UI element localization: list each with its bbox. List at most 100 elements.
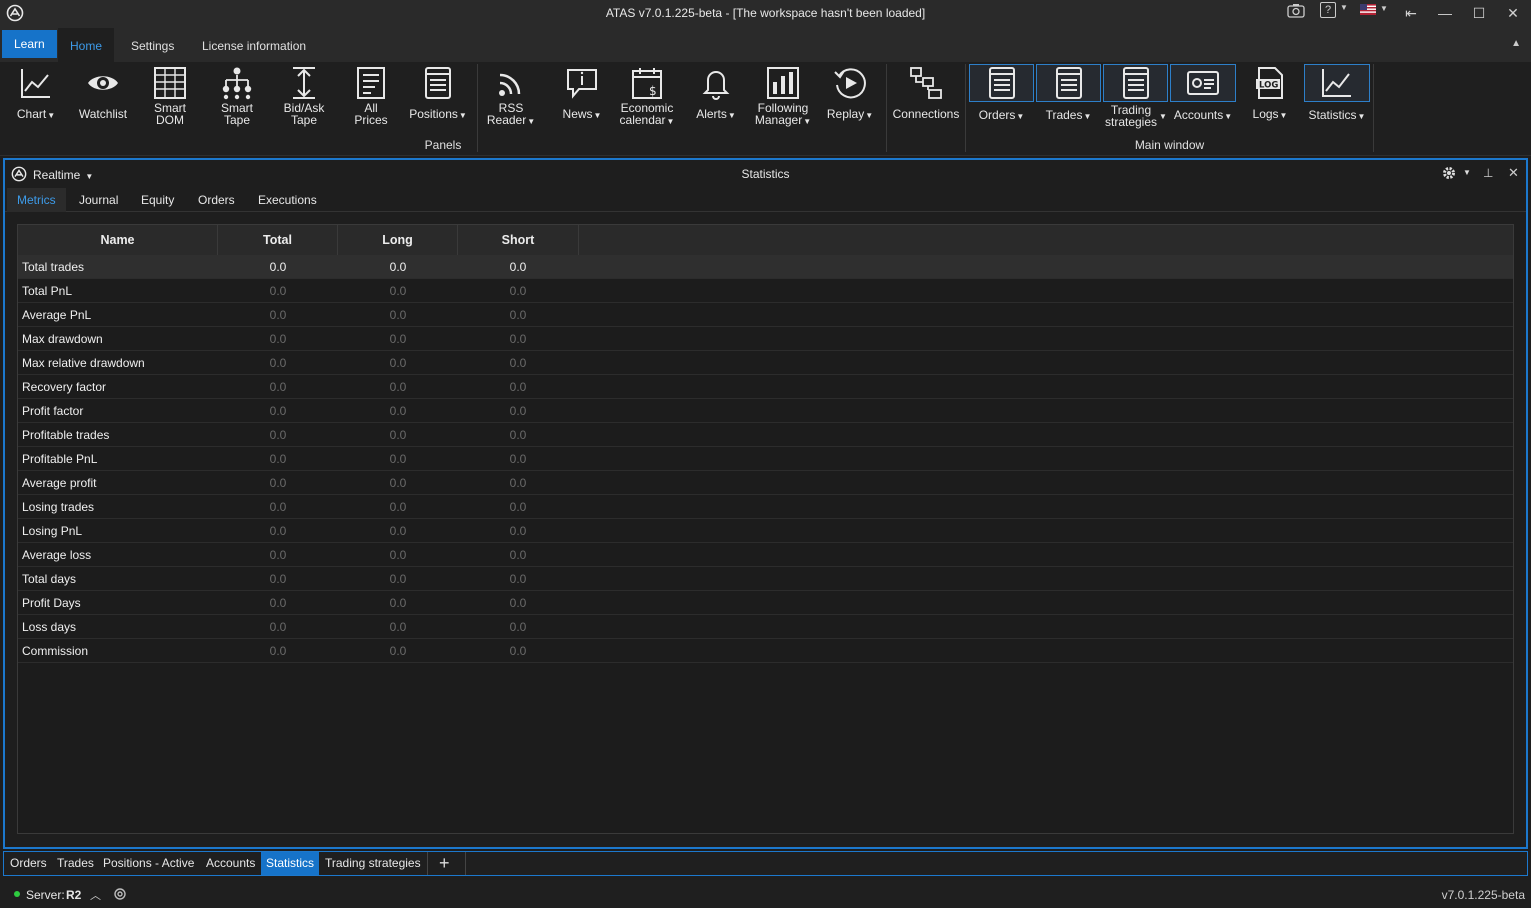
trades-label-wrap[interactable]: Trades▼ (1036, 108, 1101, 122)
smart-tape-button[interactable]: Smart Tape (207, 62, 267, 134)
tab-settings[interactable]: Settings (119, 28, 186, 62)
chevron-up-icon[interactable]: ︿ (90, 887, 101, 903)
metric-name: Commission (22, 644, 89, 658)
trading-strategies-label-wrap[interactable]: Trading strategies (1100, 104, 1162, 128)
following-manager-button[interactable]: Following Manager▼ (750, 62, 816, 134)
table-row[interactable]: Average PnL 0.0 0.0 0.0 (18, 303, 1513, 327)
metric-short: 0.0 (509, 404, 527, 418)
tab-executions[interactable]: Executions (248, 188, 327, 212)
help-button[interactable]: ? ▼ (1320, 2, 1350, 22)
tab-home[interactable]: Home (58, 28, 115, 62)
metric-name: Average loss (22, 548, 92, 562)
maximize-button[interactable]: ☐ (1468, 2, 1490, 24)
statistics-label: Statistics (1308, 108, 1357, 122)
close-panel-icon[interactable]: ✕ (1508, 165, 1519, 181)
gear-icon[interactable] (1442, 166, 1456, 180)
column-header-total[interactable]: Total (218, 225, 338, 255)
table-header: Name Total Long Short (18, 225, 1513, 255)
help-icon: ? (1320, 2, 1336, 18)
camera-icon[interactable] (1287, 3, 1305, 19)
chevron-down-icon: ▼ (1380, 4, 1388, 13)
collapse-ribbon-icon[interactable]: ▲ (1511, 38, 1521, 49)
table-row[interactable]: Max drawdown 0.0 0.0 0.0 (18, 327, 1513, 351)
tab-learn[interactable]: Learn (2, 30, 57, 58)
metric-name: Losing PnL (22, 524, 83, 538)
metric-long: 0.0 (389, 572, 407, 586)
table-row[interactable]: Loss days 0.0 0.0 0.0 (18, 615, 1513, 639)
orders-label-wrap[interactable]: Orders▼ (969, 108, 1034, 122)
pin-icon[interactable]: ⊥ (1483, 166, 1493, 180)
dock-tab-statistics[interactable]: Statistics (261, 852, 320, 875)
trades-button[interactable] (1036, 64, 1101, 102)
table-row[interactable]: Profit Days 0.0 0.0 0.0 (18, 591, 1513, 615)
column-header-long[interactable]: Long (338, 225, 458, 255)
watchlist-button[interactable]: Watchlist (72, 62, 134, 134)
table-row[interactable]: Losing PnL 0.0 0.0 0.0 (18, 519, 1513, 543)
language-selector[interactable]: ▼ (1360, 4, 1390, 22)
chevron-down-icon[interactable]: ▼ (1159, 112, 1167, 121)
chevron-down-icon: ▼ (527, 117, 536, 126)
accounts-label-wrap[interactable]: Accounts▼ (1170, 108, 1236, 122)
bell-icon (702, 71, 730, 100)
accounts-button[interactable] (1170, 64, 1236, 102)
pin-window-button[interactable]: ⇤ (1400, 2, 1422, 24)
table-row[interactable]: Commission 0.0 0.0 0.0 (18, 639, 1513, 663)
table-row[interactable]: Total PnL 0.0 0.0 0.0 (18, 279, 1513, 303)
table-row[interactable]: Profit factor 0.0 0.0 0.0 (18, 399, 1513, 423)
dock-tab-orders[interactable]: Orders (5, 852, 52, 875)
statistics-button[interactable] (1304, 64, 1370, 102)
bid-ask-tape-button[interactable]: Bid/Ask Tape (274, 62, 334, 134)
metric-total: 0.0 (269, 284, 287, 298)
dock-tab-trades[interactable]: Trades (52, 852, 99, 875)
add-tab-button[interactable]: + (434, 852, 455, 875)
statistics-label-wrap[interactable]: Statistics▼ (1304, 108, 1370, 122)
metric-name: Loss days (22, 620, 77, 634)
metric-total: 0.0 (269, 620, 287, 634)
table-row[interactable]: Total trades 0.0 0.0 0.0 (18, 255, 1513, 279)
tab-metrics[interactable]: Metrics (7, 188, 66, 212)
log-file-icon: LOG (1256, 67, 1283, 99)
table-row[interactable]: Profitable PnL 0.0 0.0 0.0 (18, 447, 1513, 471)
trading-strategies-button[interactable] (1103, 64, 1168, 102)
tab-license-information[interactable]: License information (190, 28, 318, 62)
close-button[interactable]: ✕ (1502, 2, 1524, 24)
tab-equity[interactable]: Equity (131, 188, 184, 212)
table-row[interactable]: Max relative drawdown 0.0 0.0 0.0 (18, 351, 1513, 375)
positions-button[interactable]: Positions▼ (404, 62, 472, 134)
metric-name: Profit Days (22, 596, 81, 610)
chart-button[interactable]: Chart▼ (6, 62, 66, 134)
minimize-button[interactable]: — (1434, 2, 1456, 24)
table-row[interactable]: Profitable trades 0.0 0.0 0.0 (18, 423, 1513, 447)
column-header-short[interactable]: Short (458, 225, 579, 255)
metric-total: 0.0 (269, 428, 287, 442)
rss-reader-button[interactable]: RSS Reader▼ (482, 62, 540, 134)
dock-tab-accounts[interactable]: Accounts (201, 852, 260, 875)
dock-tab-positions-active[interactable]: Positions - Active (98, 852, 199, 875)
metric-total: 0.0 (269, 404, 287, 418)
alerts-button[interactable]: Alerts▼ (686, 62, 746, 134)
column-header-name[interactable]: Name (18, 225, 218, 255)
table-row[interactable]: Recovery factor 0.0 0.0 0.0 (18, 375, 1513, 399)
table-row[interactable]: Average profit 0.0 0.0 0.0 (18, 471, 1513, 495)
metrics-table: Name Total Long Short Total trades 0.0 0.0… (17, 224, 1514, 834)
panels-group-label: Panels (424, 138, 462, 152)
orders-button[interactable] (969, 64, 1034, 102)
tab-orders[interactable]: Orders (188, 188, 245, 212)
tab-journal[interactable]: Journal (69, 188, 128, 212)
chevron-down-icon[interactable]: ▼ (1463, 168, 1471, 177)
table-row[interactable]: Losing trades 0.0 0.0 0.0 (18, 495, 1513, 519)
table-row[interactable]: Average loss 0.0 0.0 0.0 (18, 543, 1513, 567)
all-prices-button[interactable]: All Prices (341, 62, 401, 134)
server-value[interactable]: R2 (66, 888, 81, 902)
dock-tab-trading-strategies[interactable]: Trading strategies (320, 852, 426, 875)
settings-icon[interactable] (113, 887, 127, 901)
economic-calendar-button[interactable]: $ Economic calendar▼ (614, 62, 680, 134)
smart-dom-button[interactable]: Smart DOM (140, 62, 200, 134)
connections-button[interactable]: Connections (890, 62, 962, 134)
metric-name: Profit factor (22, 404, 84, 418)
logs-button[interactable]: LOG Logs▼ (1240, 62, 1300, 134)
replay-button[interactable]: Replay▼ (822, 62, 878, 134)
replay-icon (834, 68, 866, 99)
table-row[interactable]: Total days 0.0 0.0 0.0 (18, 567, 1513, 591)
news-button[interactable]: News▼ (554, 62, 610, 134)
